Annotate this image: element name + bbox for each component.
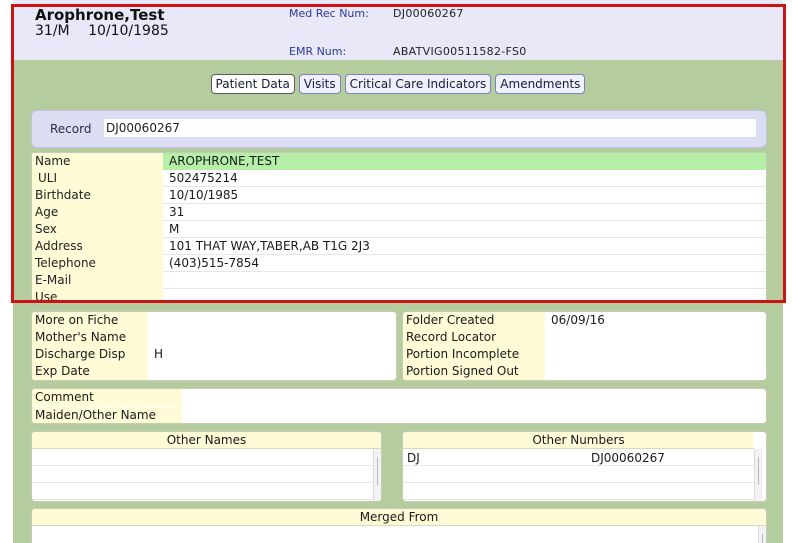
demo-row-sex[interactable]: Sex M <box>32 221 766 238</box>
fiche-label: Exp Date <box>32 363 148 380</box>
list-item[interactable] <box>403 483 754 500</box>
demo-label: Age <box>32 204 163 221</box>
patient-age-sex: 31/M <box>35 23 70 39</box>
fiche-row[interactable]: Mother's Name <box>32 329 396 346</box>
folder-row[interactable]: Folder Created 06/09/16 <box>403 312 766 329</box>
other-names-scrollbar[interactable] <box>373 449 381 501</box>
folder-row[interactable]: Portion Incomplete <box>403 346 766 363</box>
folder-row[interactable]: Portion Signed Out <box>403 363 766 380</box>
tab-patient-data[interactable]: Patient Data <box>210 74 295 94</box>
comment-box: Comment Maiden/Other Name <box>31 388 767 424</box>
demo-row-telephone[interactable]: Telephone (403)515-7854 <box>32 255 766 272</box>
other-number-type: DJ <box>407 451 420 465</box>
other-names-header: Other Names <box>32 432 381 449</box>
demo-label: Telephone <box>32 255 163 272</box>
fiche-value: H <box>154 347 164 361</box>
demo-row-uli[interactable]: ULI 502475214 <box>32 170 766 187</box>
med-rec-value: DJ00060267 <box>393 7 464 20</box>
maiden-name-row[interactable]: Maiden/Other Name <box>32 407 766 423</box>
demo-label: E-Mail <box>32 272 163 289</box>
fiche-label: More on Fiche <box>32 312 148 329</box>
list-item[interactable] <box>32 483 375 500</box>
demo-label: Address <box>32 238 163 255</box>
emr-label: EMR Num: <box>289 45 347 58</box>
demo-label: Use <box>32 289 163 301</box>
demo-row-name[interactable]: Name AROPHRONE,TEST <box>32 153 766 170</box>
other-numbers-scrollbar[interactable] <box>754 449 762 501</box>
demo-value: M <box>169 222 180 236</box>
other-number-value: DJ00060267 <box>591 451 665 465</box>
record-input[interactable] <box>104 119 756 137</box>
comment-label: Comment <box>32 389 182 406</box>
demo-value: (403)515-7854 <box>169 256 260 270</box>
list-item[interactable] <box>32 449 375 466</box>
list-item[interactable]: DJ DJ00060267 <box>403 449 754 466</box>
fiche-label: Mother's Name <box>32 329 148 346</box>
record-label: Record <box>50 122 92 136</box>
fiche-box: More on Fiche Mother's Name Discharge Di… <box>31 311 397 381</box>
patient-name: Arophrone,Test <box>35 6 165 24</box>
merged-from-list: Merged From <box>31 508 767 543</box>
folder-row[interactable]: Record Locator <box>403 329 766 346</box>
fiche-row[interactable]: Exp Date <box>32 363 396 380</box>
patient-dob: 10/10/1985 <box>88 23 169 39</box>
tab-visits[interactable]: Visits <box>298 74 341 94</box>
demo-value: AROPHRONE,TEST <box>163 153 766 170</box>
other-numbers-list: Other Numbers DJ DJ00060267 <box>402 431 767 502</box>
demo-value: 10/10/1985 <box>169 188 239 202</box>
list-item[interactable] <box>32 466 375 483</box>
demo-row-birthdate[interactable]: Birthdate 10/10/1985 <box>32 187 766 204</box>
patient-header: Arophrone,Test 31/M 10/10/1985 Med Rec N… <box>13 0 783 60</box>
folder-box: Folder Created 06/09/16 Record Locator P… <box>402 311 767 381</box>
demo-label: ULI <box>32 170 163 187</box>
emr-value: ABATVIG00511582-FS0 <box>393 45 527 58</box>
folder-label: Portion Signed Out <box>403 363 545 380</box>
comment-row[interactable]: Comment <box>32 389 766 406</box>
other-numbers-header: Other Numbers <box>403 432 754 449</box>
demo-value <box>163 272 766 289</box>
folder-label: Record Locator <box>403 329 545 346</box>
demo-row-use[interactable]: Use <box>32 289 766 301</box>
demo-value: 502475214 <box>169 171 238 185</box>
merged-from-header: Merged From <box>32 509 766 526</box>
fiche-row[interactable]: Discharge Disp H <box>32 346 396 363</box>
record-panel: Record <box>31 110 767 148</box>
med-rec-label: Med Rec Num: <box>289 7 369 20</box>
folder-label: Folder Created <box>403 312 545 329</box>
demo-row-email[interactable]: E-Mail <box>32 272 766 289</box>
tab-bar: Patient Data Visits Critical Care Indica… <box>0 74 792 94</box>
demo-label: Sex <box>32 221 163 238</box>
fiche-label: Discharge Disp <box>32 346 148 363</box>
merged-from-scrollbar[interactable] <box>758 526 766 543</box>
folder-label: Portion Incomplete <box>403 346 545 363</box>
maiden-name-label: Maiden/Other Name <box>32 407 182 423</box>
demo-value: 31 <box>169 205 185 219</box>
list-item[interactable] <box>403 466 754 483</box>
demographics-table: Name AROPHRONE,TEST ULI 502475214 Birthd… <box>31 152 767 302</box>
tab-critical-care-indicators[interactable]: Critical Care Indicators <box>344 74 492 94</box>
folder-value: 06/09/16 <box>551 313 605 327</box>
demo-row-address[interactable]: Address 101 THAT WAY,TABER,AB T1G 2J3 <box>32 238 766 255</box>
other-names-list: Other Names <box>31 431 382 502</box>
fiche-row[interactable]: More on Fiche <box>32 312 396 329</box>
demo-label: Birthdate <box>32 187 163 204</box>
patient-age-sex-dob: 31/M 10/10/1985 <box>35 23 169 39</box>
demo-value: 101 THAT WAY,TABER,AB T1G 2J3 <box>169 239 370 253</box>
demo-label: Name <box>32 153 163 170</box>
demo-row-age[interactable]: Age 31 <box>32 204 766 221</box>
demo-value <box>163 289 766 301</box>
tab-amendments[interactable]: Amendments <box>495 74 586 94</box>
